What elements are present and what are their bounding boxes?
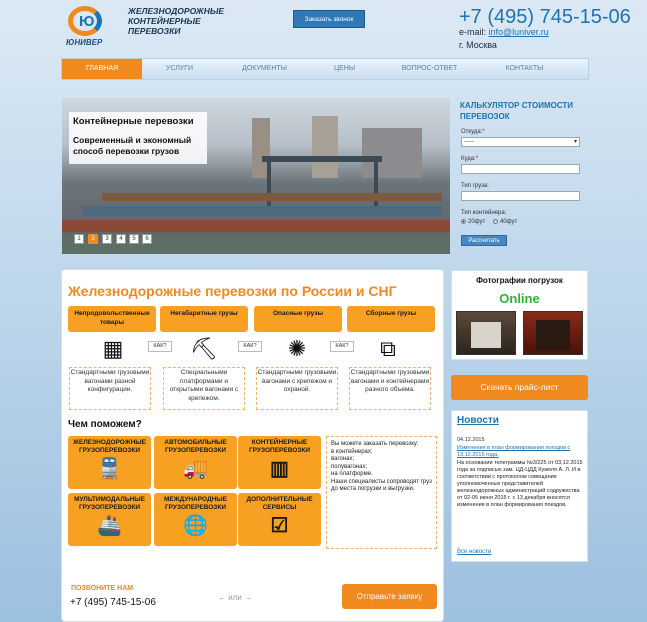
service-extra[interactable]: ДОПОЛНИТЕЛЬНЫЕ СЕРВИСЫ ☑: [238, 493, 321, 546]
how-badge: КАК?: [238, 341, 262, 352]
slider-dot-4[interactable]: 4: [116, 234, 126, 244]
main-title: Железнодорожные перевозки по России и СН…: [68, 283, 397, 299]
container-icon: ▥: [270, 458, 289, 480]
crane-shape: [262, 156, 382, 162]
cargo-shape: [536, 320, 570, 350]
container-row: [102, 193, 442, 201]
nav-faq[interactable]: ВОПРОС-ОТВЕТ: [382, 59, 477, 79]
container-row: [82, 206, 442, 216]
train-icon: 🚆: [97, 458, 122, 480]
nav-services[interactable]: УСЛУГИ: [142, 59, 217, 79]
nav-documents[interactable]: ДОКУМЕНТЫ: [222, 59, 307, 79]
main-nav: ГЛАВНАЯ УСЛУГИ ДОКУМЕНТЫ ЦЕНЫ ВОПРОС-ОТВ…: [61, 58, 589, 80]
how-badge: КАК?: [148, 341, 172, 352]
photos-title: Фотографии погрузок: [476, 276, 563, 285]
email-row: e-mail: info@luniver.ru: [459, 27, 549, 37]
header-phone: +7 (495) 745-15-06: [459, 6, 631, 28]
send-request-button[interactable]: Отправьте заявку: [342, 584, 437, 609]
checkbox-icon: ☑: [270, 515, 289, 537]
service-rail[interactable]: ЖЕЛЕЗНОДОРОЖНЫЕ ГРУЗОПЕРЕВОЗКИ 🚆: [68, 436, 151, 489]
logo-text: ЮНИВЕР: [66, 38, 103, 47]
radio-checked-icon: [461, 219, 466, 224]
callback-button[interactable]: Заказать звонок: [293, 10, 365, 28]
city: г. Москва: [459, 40, 497, 50]
online-label: Online: [499, 291, 540, 306]
globe-icon: 🌐: [183, 515, 208, 537]
slider-dot-5[interactable]: 5: [129, 234, 139, 244]
slider-dot-2[interactable]: 2: [88, 234, 98, 244]
download-price-button[interactable]: Скачать прайс-лист: [451, 375, 588, 400]
building-shape: [362, 128, 422, 178]
category-nonfood[interactable]: Непродовольственные товары: [68, 306, 156, 332]
how-badge: КАК?: [330, 341, 354, 352]
photo-thumbnail[interactable]: [456, 311, 516, 355]
all-news-link[interactable]: Все новости: [457, 549, 491, 555]
cargo-type-label: Тип груза:: [461, 183, 489, 189]
radio-40ft[interactable]: 40фут: [493, 219, 517, 225]
truck-icon: 🚚: [183, 458, 208, 480]
slider-dot-3[interactable]: 3: [102, 234, 112, 244]
call-phone: +7 (495) 745-15-06: [70, 597, 156, 608]
tower-shape: [312, 116, 338, 178]
email-link[interactable]: info@luniver.ru: [489, 27, 549, 37]
service-international[interactable]: МЕЖДУНАРОДНЫЕ ГРУЗОПЕРЕВОЗКИ 🌐: [154, 493, 237, 546]
service-multimodal[interactable]: МУЛЬТИМОДАЛЬНЫЕ ГРУЗОПЕРЕВОЗКИ 🚢: [68, 493, 151, 546]
chevron-down-icon: ▾: [573, 139, 577, 145]
calculator-title: КАЛЬКУЛЯТОР СТОИМОСТИ ПЕРЕВОЗОК: [460, 101, 574, 121]
category-desc: Стандартными грузовыми вагонами с крепеж…: [256, 367, 338, 410]
site-tagline: ЖЕЛЕЗНОДОРОЖНЫЕ КОНТЕЙНЕРНЫЕ ПЕРЕВОЗКИ: [128, 6, 225, 36]
or-divider: ← или →: [218, 593, 253, 602]
category-desc: Специальными платформами и открытыми ваг…: [163, 367, 245, 410]
photo-thumbnail[interactable]: [523, 311, 583, 355]
slider-dot-1[interactable]: 1: [74, 234, 84, 244]
slide-caption-text: Современный и экономный способ перевозки…: [69, 132, 207, 164]
category-desc: Стандартными грузовыми вагонами разной к…: [69, 367, 151, 410]
explosion-icon: ✺: [287, 336, 307, 361]
slider-dot-6[interactable]: 6: [142, 234, 152, 244]
slide-caption-title: Контейнерные перевозки: [69, 112, 207, 132]
to-label: Куда:*: [461, 156, 479, 162]
news-body: На основании телеграммы №3/225 от 03.12.…: [457, 460, 583, 508]
category-groupage[interactable]: Сборные грузы: [347, 306, 435, 332]
order-note: Вы можете заказать перевозку: в контейне…: [326, 436, 437, 549]
radio-20ft[interactable]: 20фут: [461, 219, 485, 225]
logo-icon[interactable]: Ю: [68, 6, 102, 36]
service-container[interactable]: КОНТЕЙНЕРНЫЕ ГРУЗОПЕРЕВОЗКИ ▥: [238, 436, 321, 489]
ship-icon: 🚢: [97, 515, 122, 537]
cargo-shape: [471, 322, 501, 348]
to-input[interactable]: [461, 164, 580, 174]
from-select[interactable]: ----- ▾: [461, 137, 580, 147]
email-label: e-mail:: [459, 27, 487, 37]
news-date: 04.12.2015: [457, 437, 485, 443]
nav-contacts[interactable]: КОНТАКТЫ: [482, 59, 567, 79]
help-title: Чем поможем?: [68, 419, 142, 430]
container-type-label: Тип контейнера:: [461, 210, 507, 216]
news-title[interactable]: Новости: [457, 415, 499, 426]
cargo-type-input[interactable]: [461, 191, 580, 201]
calculate-button[interactable]: Рассчитать: [461, 235, 507, 246]
from-label: Откуда:*: [461, 129, 485, 135]
category-dangerous[interactable]: Опасные грузы: [254, 306, 342, 332]
logo-mark: Ю: [79, 13, 95, 30]
news-link[interactable]: Изменения в план формирования поездов с …: [457, 445, 583, 459]
nav-prices[interactable]: ЦЕНЫ: [312, 59, 377, 79]
container-row: [62, 220, 450, 232]
category-desc: Стандартными грузовыми вагонами и контей…: [349, 367, 431, 410]
box-icon: ▦: [102, 336, 124, 361]
call-us-label: ПОЗВОНИТЕ НАМ: [71, 585, 134, 592]
nav-home[interactable]: ГЛАВНАЯ: [62, 59, 142, 79]
excavator-icon: ⛏: [190, 336, 218, 361]
boxes-icon: ⧉: [380, 336, 396, 361]
category-oversized[interactable]: Негабаритные грузы: [160, 306, 248, 332]
service-auto[interactable]: АВТОМОБИЛЬНЫЕ ГРУЗОПЕРЕВОЗКИ 🚚: [154, 436, 237, 489]
radio-empty-icon: [493, 219, 498, 224]
